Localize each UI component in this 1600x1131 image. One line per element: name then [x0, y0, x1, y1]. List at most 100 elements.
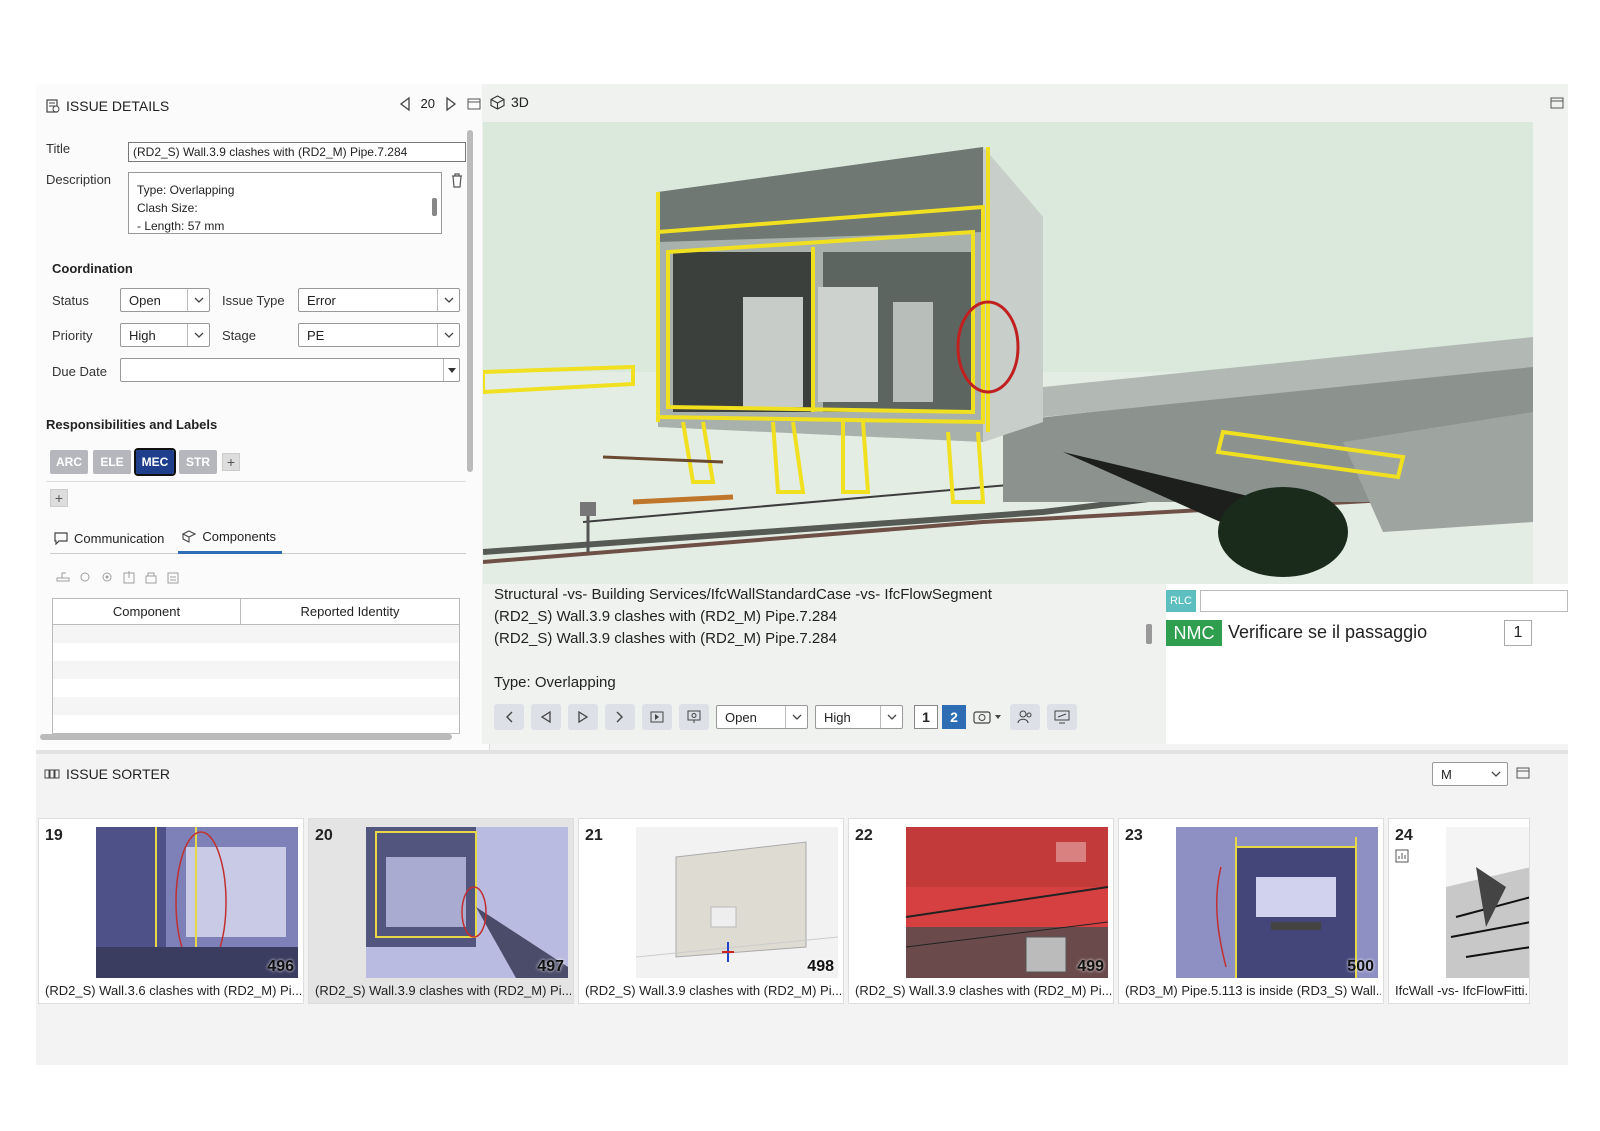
issue-info-text: Structural -vs- Building Services/IfcWal…	[494, 584, 1146, 692]
chevron-down-icon	[444, 332, 453, 338]
tag-str[interactable]: STR	[179, 450, 217, 474]
components-table-body	[53, 625, 459, 733]
chevron-down-icon	[444, 297, 453, 303]
3d-viewport[interactable]	[483, 122, 1533, 584]
viewer-priority-select[interactable]: High	[815, 705, 903, 729]
add-responsibility-button[interactable]: +	[222, 453, 240, 471]
chat-icon	[54, 531, 68, 545]
last-issue-button[interactable]	[605, 704, 635, 730]
status-select[interactable]: Open	[120, 288, 210, 312]
thumbnail-number: 496	[267, 958, 294, 975]
viewer-status-select[interactable]: Open	[716, 705, 808, 729]
sorter-icon	[44, 769, 60, 779]
maximize-viewer-icon[interactable]	[1550, 96, 1564, 110]
status-label: Status	[52, 293, 89, 308]
tab-components-label: Components	[202, 529, 277, 544]
stage-select[interactable]: PE	[298, 323, 460, 347]
issue-card[interactable]: 19 496 (RD2_S) Wall.3.6 clashes with (RD…	[38, 818, 304, 1004]
issue-card[interactable]: 24 IfcWall -vs- IfcFlowFitti...	[1388, 818, 1530, 1004]
tab-communication[interactable]: Communication	[50, 522, 170, 554]
clipboard-icon[interactable]	[166, 570, 180, 584]
tag-arc[interactable]: ARC	[50, 450, 88, 474]
issue-card-selected[interactable]: 20 497 (RD2_S) Wall.3.9 clashes with (RD…	[308, 818, 574, 1004]
hide-component-icon[interactable]	[78, 570, 92, 582]
add-label-button[interactable]: +	[50, 489, 68, 507]
issue-number: 20	[420, 96, 435, 111]
previous-issue-icon[interactable]	[399, 96, 411, 111]
first-issue-button[interactable]	[494, 704, 524, 730]
card-label: (RD3_M) Pipe.5.113 is inside (RD3_S) Wal…	[1125, 983, 1381, 998]
details-tabs: Communication Components	[50, 522, 466, 554]
description-textarea[interactable]: Type: Overlapping Clash Size: - Length: …	[128, 172, 442, 234]
issue-sorter-panel: ISSUE SORTER M 19 496 (RD2_S) Wall.3.6 c…	[36, 750, 1568, 1065]
comment-count: 1	[1504, 620, 1532, 646]
maximize-sorter-icon[interactable]	[1516, 766, 1530, 780]
chevron-down-icon	[194, 332, 203, 338]
info-scrollbar[interactable]	[1146, 624, 1152, 644]
issue-sorter-header: ISSUE SORTER	[44, 766, 170, 782]
triangle-left-icon	[541, 711, 551, 723]
issue-cards: 19 496 (RD2_S) Wall.3.6 clashes with (RD…	[38, 818, 1530, 1004]
info-line	[494, 650, 1146, 672]
comment-input[interactable]	[1200, 590, 1568, 612]
card-label: (RD2_S) Wall.3.9 clashes with (RD2_M) Pi…	[585, 983, 841, 998]
viewpoint-page-2[interactable]: 2	[942, 705, 966, 729]
description-line: Type: Overlapping	[137, 183, 235, 197]
issue-details-icon	[46, 99, 60, 113]
next-issue-icon[interactable]	[445, 96, 457, 111]
screen-icon	[1054, 710, 1070, 724]
issue-thumbnail: 500	[1176, 827, 1378, 978]
issue-thumbnail: 498	[636, 827, 838, 978]
export-icon[interactable]	[122, 570, 136, 584]
delete-icon[interactable]	[450, 172, 464, 188]
tag-ele[interactable]: ELE	[93, 450, 131, 474]
info-line: Structural -vs- Building Services/IfcWal…	[494, 586, 992, 603]
viewer-3d-panel: 3D Structural -vs- Building Services/Ifc…	[482, 84, 1568, 744]
chevron-down-icon	[1491, 771, 1501, 777]
presentation-button[interactable]	[679, 704, 709, 730]
details-horizontal-scrollbar[interactable]	[40, 734, 452, 740]
issue-card[interactable]: 21 498 (RD2_S) Wall.3.9 clashes with (RD…	[578, 818, 844, 1004]
share-screen-button[interactable]	[1047, 704, 1077, 730]
tag-mec[interactable]: MEC	[134, 448, 176, 476]
column-header-component[interactable]: Component	[53, 599, 241, 624]
issue-details-panel: ISSUE DETAILS 20 Title (RD2_S) Wall.3.9 …	[36, 84, 490, 754]
lock-icon[interactable]	[144, 570, 158, 584]
next-button[interactable]	[568, 704, 598, 730]
card-label: (RD2_S) Wall.3.9 clashes with (RD2_M) Pi…	[315, 983, 571, 998]
camera-icon[interactable]	[973, 709, 1003, 725]
card-label: (RD2_S) Wall.3.6 clashes with (RD2_M) Pi…	[45, 983, 301, 998]
due-date-picker[interactable]	[120, 358, 460, 382]
issue-card[interactable]: 22 499 (RD2_S) Wall.3.9 clashes with (RD…	[848, 818, 1114, 1004]
viewer-toolbar: Open High 1 2	[494, 704, 1077, 730]
previous-button[interactable]	[531, 704, 561, 730]
unlink-icon[interactable]	[56, 570, 70, 582]
issue-thumbnail: 497	[366, 827, 568, 978]
priority-select[interactable]: High	[120, 323, 210, 347]
thumbnail-size-select[interactable]: M	[1432, 762, 1508, 786]
issue-card[interactable]: 23 500 (RD3_M) Pipe.5.113 is inside (RD3…	[1118, 818, 1384, 1004]
column-header-reported-identity[interactable]: Reported Identity	[241, 599, 459, 624]
issue-type-select[interactable]: Error	[298, 288, 460, 312]
play-button[interactable]	[642, 704, 672, 730]
viewpoint-page-1[interactable]: 1	[914, 705, 938, 729]
maximize-panel-icon[interactable]	[467, 97, 481, 111]
issue-thumbnail	[1446, 827, 1529, 978]
comment-panel: RLC NMC Verificare se il passaggio 1	[1166, 584, 1568, 744]
presentation-icon	[687, 710, 701, 723]
title-input[interactable]: (RD2_S) Wall.3.9 clashes with (RD2_M) Pi…	[128, 142, 466, 162]
assign-users-button[interactable]	[1010, 704, 1040, 730]
issue-type-label: Issue Type	[222, 293, 285, 308]
issue-details-title: ISSUE DETAILS	[66, 98, 170, 114]
thumbnail-number: 497	[537, 958, 564, 975]
tab-components[interactable]: Components	[178, 522, 283, 554]
description-label: Description	[46, 172, 112, 187]
isolate-component-icon[interactable]	[100, 570, 114, 582]
issue-thumbnail: 499	[906, 827, 1108, 978]
description-scrollbar[interactable]	[432, 198, 437, 216]
users-icon	[1017, 710, 1032, 724]
tab-communication-label: Communication	[74, 530, 165, 546]
components-table: Component Reported Identity	[52, 598, 460, 734]
details-vertical-scrollbar[interactable]	[467, 130, 473, 472]
card-number: 19	[45, 827, 63, 844]
